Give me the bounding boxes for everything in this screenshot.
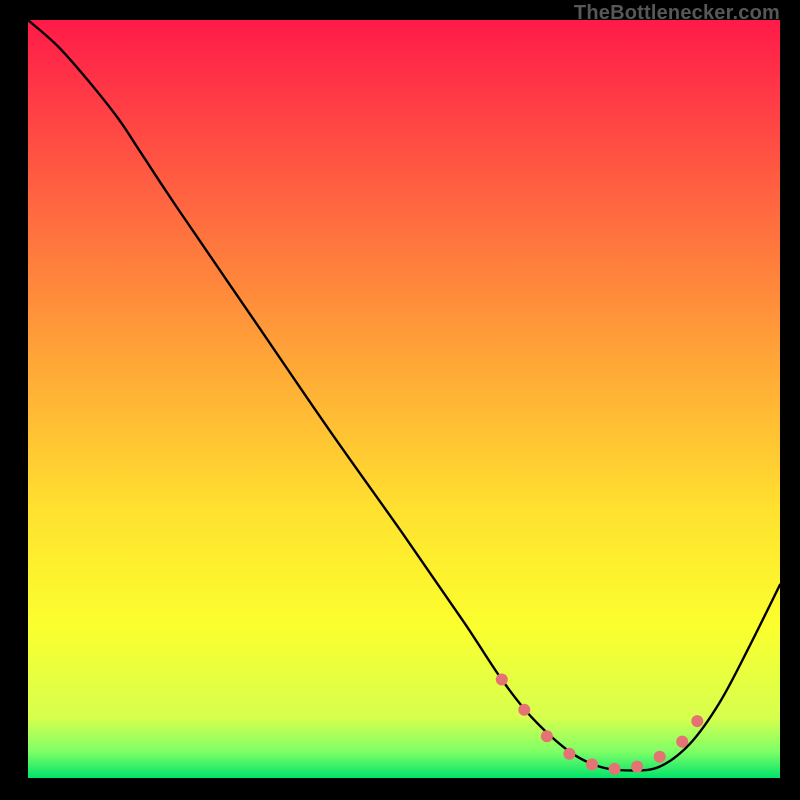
marker-dot [676, 736, 688, 748]
chart-background-gradient [28, 20, 780, 778]
marker-dot [518, 704, 530, 716]
marker-dot [563, 748, 575, 760]
marker-dot [496, 674, 508, 686]
marker-dot [691, 715, 703, 727]
marker-dot [609, 763, 621, 775]
bottleneck-chart [28, 20, 780, 778]
chart-frame [28, 20, 780, 778]
marker-dot [631, 761, 643, 773]
marker-dot [654, 751, 666, 763]
marker-dot [541, 730, 553, 742]
marker-dot [586, 758, 598, 770]
